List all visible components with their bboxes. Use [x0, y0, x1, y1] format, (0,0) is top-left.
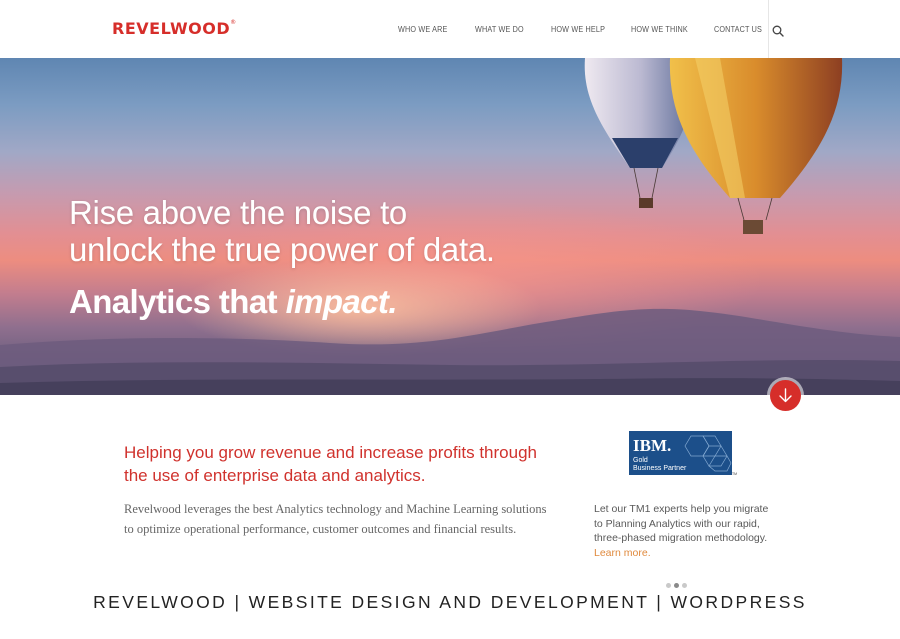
- ibm-partner-type: Business Partner: [633, 465, 687, 472]
- scroll-down-button[interactable]: [770, 380, 801, 411]
- hero-tagline: Analytics that impact.: [69, 283, 398, 321]
- ibm-migration-description: Let our TM1 experts help you migrate to …: [594, 503, 769, 544]
- ibm-trademark: TM: [732, 472, 737, 476]
- carousel-dot[interactable]: [682, 583, 687, 588]
- site-header: REVELWOOD® WHO WE ARE WHAT WE DO HOW WE …: [0, 0, 900, 58]
- carousel-dot-active[interactable]: [674, 583, 679, 588]
- nav-how-we-help[interactable]: HOW WE HELP: [551, 24, 605, 34]
- hero-headline-line2: unlock the true power of data.: [69, 231, 495, 268]
- intro-body: Revelwood leverages the best Analytics t…: [124, 502, 547, 536]
- tagline-main: Analytics that: [69, 283, 286, 320]
- arrow-down-icon: [779, 388, 792, 403]
- ibm-logo-text: IBM.: [633, 436, 671, 455]
- learn-more-link[interactable]: Learn more.: [594, 546, 651, 561]
- hero-headline-line1: Rise above the noise to: [69, 194, 407, 231]
- nav-how-we-think[interactable]: HOW WE THINK: [631, 24, 688, 34]
- carousel-dot[interactable]: [666, 583, 671, 588]
- main-nav: WHO WE ARE WHAT WE DO HOW WE HELP HOW WE…: [0, 24, 900, 38]
- tagline-emphasis: impact.: [285, 283, 398, 320]
- ibm-partner-level: Gold: [633, 457, 648, 464]
- ibm-migration-text: Let our TM1 experts help you migrate to …: [594, 502, 774, 560]
- hot-air-balloons: [584, 58, 843, 234]
- nav-what-we-do[interactable]: WHAT WE DO: [475, 24, 524, 34]
- ibm-gold-partner-badge[interactable]: IBM. Gold Business Partner TM: [629, 431, 739, 477]
- intro-heading: Helping you grow revenue and increase pr…: [124, 443, 537, 485]
- nav-divider: [768, 0, 769, 58]
- nav-who-we-are[interactable]: WHO WE ARE: [398, 24, 447, 34]
- portfolio-caption: REVELWOOD | WEBSITE DESIGN AND DEVELOPME…: [93, 592, 807, 612]
- hero-banner: Rise above the noise to unlock the true …: [0, 58, 900, 395]
- search-icon[interactable]: [771, 24, 785, 38]
- nav-contact-us[interactable]: CONTACT US: [714, 24, 762, 34]
